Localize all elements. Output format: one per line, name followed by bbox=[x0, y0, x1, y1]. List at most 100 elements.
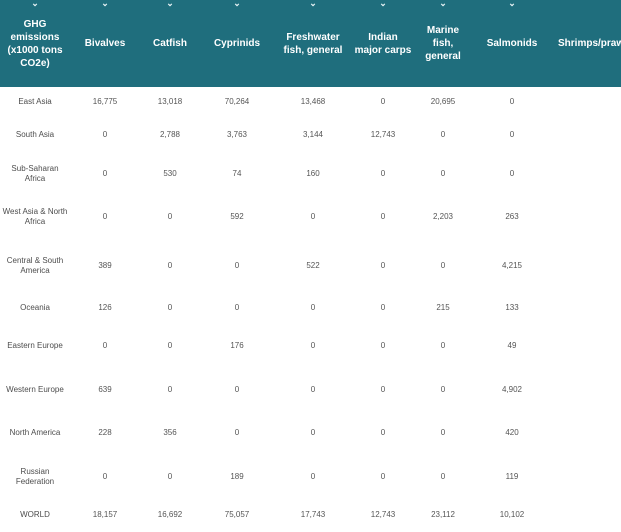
emission-value-cell: 18,157 bbox=[92, 510, 118, 519]
emission-value-cell: 0 bbox=[380, 303, 386, 312]
emission-value-cell: 0 bbox=[234, 303, 240, 312]
table-row: Russian Federation 0 0 189 0 0 0 119 0 bbox=[0, 455, 621, 499]
sort-chevron-icon[interactable]: ⌄ bbox=[508, 0, 516, 8]
emission-value-cell: 0 bbox=[380, 212, 386, 221]
emission-value-cell: 10,102 bbox=[499, 510, 525, 519]
region-name-cell: Russian Federation bbox=[15, 467, 55, 486]
emission-value-cell: 74 bbox=[232, 169, 242, 178]
column-header-label: Shrimps/prawns bbox=[558, 38, 621, 49]
emission-value-cell: 2,418 bbox=[552, 239, 621, 293]
column-header-catfish[interactable]: ⌄ Catfish bbox=[140, 0, 200, 87]
sort-chevron-icon[interactable]: ⌄ bbox=[439, 0, 447, 8]
sort-chevron-icon[interactable]: ⌄ bbox=[379, 0, 387, 8]
emission-value-cell: 0 bbox=[440, 130, 446, 139]
table-row: Central & South America 389 0 0 522 0 0 4,215 2,… bbox=[0, 239, 621, 293]
emission-value-cell: 0 bbox=[509, 130, 515, 139]
emission-value-cell: 0 bbox=[234, 261, 240, 270]
region-name-cell: North America bbox=[9, 428, 61, 437]
emission-value-cell: 522 bbox=[306, 261, 320, 270]
region-name-cell: Western Europe bbox=[6, 385, 64, 394]
column-header-salmonids[interactable]: ⌄ Salmonids bbox=[472, 0, 552, 87]
emission-value-cell: 12,743 bbox=[370, 510, 396, 519]
emission-value-cell: 592 bbox=[230, 212, 244, 221]
emission-value-cell: 126 bbox=[98, 303, 112, 312]
sort-chevron-icon[interactable]: ⌄ bbox=[101, 0, 109, 8]
column-header-freshwater-fish[interactable]: ⌄ Freshwater fish, general bbox=[274, 0, 352, 87]
emission-value-cell: 16,775 bbox=[92, 97, 118, 106]
column-header-indian-major-carps[interactable]: ⌄ Indian major carps bbox=[352, 0, 414, 87]
emission-value-cell: 639 bbox=[98, 385, 112, 394]
emission-value-cell: 3,144 bbox=[302, 130, 324, 139]
emission-value-cell: 12,743 bbox=[370, 130, 396, 139]
emission-value-cell: 0 bbox=[380, 428, 386, 437]
emission-value-cell: 189 bbox=[230, 472, 244, 481]
emission-value-cell: 0 bbox=[234, 385, 240, 394]
column-header-label: Cyprinids bbox=[213, 38, 261, 49]
emission-value-cell: 0 bbox=[552, 323, 621, 369]
emission-value-cell: 0 bbox=[552, 195, 621, 239]
table-row: Sub-Saharan Africa 0 530 74 160 0 0 0 0 bbox=[0, 153, 621, 195]
emission-value-cell: 0 bbox=[310, 428, 316, 437]
emission-value-cell: 0 bbox=[310, 341, 316, 350]
sort-chevron-icon[interactable]: ⌄ bbox=[233, 0, 241, 8]
column-header-ghg-emissions[interactable]: ⌄ GHG emissions (x1000 tons CO2e) bbox=[0, 0, 70, 87]
emission-value-cell: 0 bbox=[380, 472, 386, 481]
column-header-shrimps-prawns[interactable]: ⌄Shrimps/prawns bbox=[552, 0, 621, 87]
emission-value-cell: 3,763 bbox=[226, 130, 248, 139]
emission-value-cell: 0 bbox=[509, 97, 515, 106]
region-name-cell: Central & South America bbox=[6, 256, 64, 275]
emission-value-cell: 295 bbox=[552, 411, 621, 455]
emission-value-cell: 0 bbox=[167, 303, 173, 312]
emission-value-cell: 0 bbox=[440, 261, 446, 270]
emission-value-cell: 263 bbox=[505, 212, 519, 221]
table-row: South Asia 0 2,788 3,763 3,144 12,743 0 0 5,270 bbox=[0, 117, 621, 153]
emissions-table-container: ⌄ GHG emissions (x1000 tons CO2e) ⌄ Bivalv… bbox=[0, 0, 621, 532]
column-header-marine-fish[interactable]: ⌄ Marine fish, general bbox=[414, 0, 472, 87]
column-header-bivalves[interactable]: ⌄ Bivalves bbox=[70, 0, 140, 87]
emission-value-cell: 0 bbox=[102, 212, 108, 221]
emission-value-cell: 0 bbox=[380, 341, 386, 350]
column-header-label: GHG emissions (x1000 tons CO2e) bbox=[7, 18, 63, 69]
emission-value-cell: 0 bbox=[440, 385, 446, 394]
column-header-label: Marine fish, general bbox=[425, 25, 461, 62]
emission-value-cell: 0 bbox=[380, 261, 386, 270]
emission-value-cell: 0 bbox=[380, 385, 386, 394]
column-header-label: Bivalves bbox=[84, 38, 126, 49]
emissions-table: ⌄ GHG emissions (x1000 tons CO2e) ⌄ Bivalv… bbox=[0, 0, 621, 531]
emission-value-cell: 0 bbox=[102, 169, 108, 178]
emission-value-cell: 0 bbox=[102, 472, 108, 481]
emission-value-cell: 75,057 bbox=[224, 510, 250, 519]
emission-value-cell: 2,788 bbox=[159, 130, 181, 139]
table-row: North America 228 356 0 0 0 0 420 295 bbox=[0, 411, 621, 455]
emission-value-cell: 160 bbox=[306, 169, 320, 178]
emission-value-cell: 0 bbox=[552, 153, 621, 195]
emission-value-cell: 13,018 bbox=[157, 97, 183, 106]
table-row: East Asia 16,775 13,018 70,264 13,468 0 20,695… bbox=[0, 87, 621, 117]
emission-value-cell: 0 bbox=[440, 169, 446, 178]
table-row: Oceania 126 0 0 0 0 215 133 0 bbox=[0, 293, 621, 323]
region-name-cell: South Asia bbox=[15, 130, 55, 139]
emission-value-cell: 356 bbox=[163, 428, 177, 437]
emission-value-cell: 0 bbox=[310, 212, 316, 221]
table-row: WORLD 18,157 16,692 75,057 17,743 12,743 23,11… bbox=[0, 499, 621, 531]
header-row: ⌄ GHG emissions (x1000 tons CO2e) ⌄ Bivalv… bbox=[0, 0, 621, 87]
column-header-label: Freshwater fish, general bbox=[283, 31, 343, 56]
emission-value-cell: 0 bbox=[552, 455, 621, 499]
sort-chevron-icon[interactable]: ⌄ bbox=[31, 0, 39, 8]
emission-value-cell: 0 bbox=[167, 385, 173, 394]
sort-chevron-icon[interactable]: ⌄ bbox=[166, 0, 174, 8]
sort-chevron-icon[interactable]: ⌄ bbox=[309, 0, 317, 8]
emission-value-cell: 0 bbox=[234, 428, 240, 437]
emission-value-cell: 420 bbox=[505, 428, 519, 437]
emission-value-cell: 389 bbox=[98, 261, 112, 270]
region-name-cell: East Asia bbox=[18, 97, 52, 106]
emission-value-cell: 70,264 bbox=[224, 97, 250, 106]
region-name-cell: Sub-Saharan Africa bbox=[11, 164, 59, 183]
region-name-cell: WORLD bbox=[20, 510, 50, 519]
emission-value-cell: 176 bbox=[230, 341, 244, 350]
emission-value-cell: 530 bbox=[163, 169, 177, 178]
column-header-cyprinids[interactable]: ⌄ Cyprinids bbox=[200, 0, 274, 87]
emission-value-cell: 17,743 bbox=[300, 510, 326, 519]
emission-value-cell: 133 bbox=[505, 303, 519, 312]
emission-value-cell: 0 bbox=[310, 303, 316, 312]
